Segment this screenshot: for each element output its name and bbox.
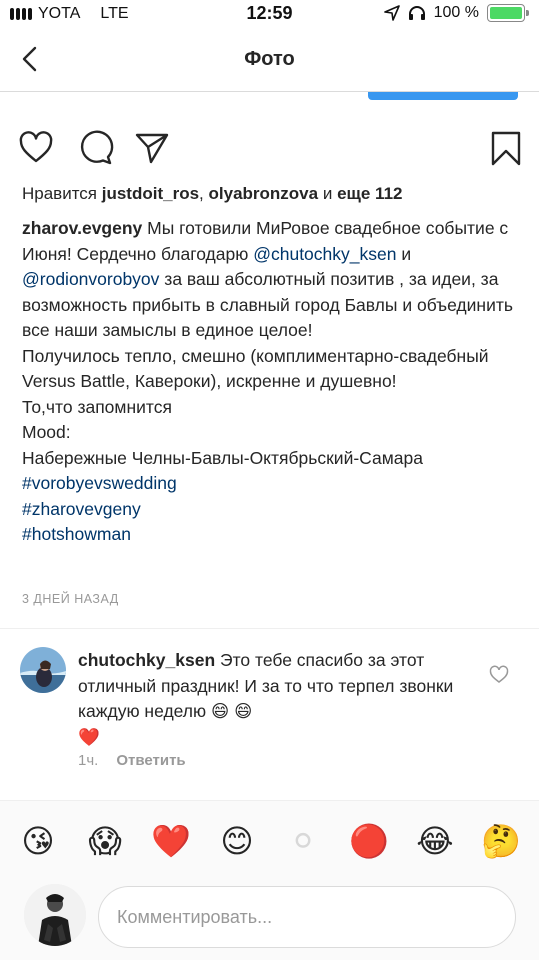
emoji-thinking-button[interactable]: 🤔 <box>481 821 521 861</box>
likes-and: и <box>322 184 333 203</box>
battery-icon <box>487 4 529 22</box>
headphones-icon <box>408 6 425 20</box>
emoji-kiss-button[interactable]: 😘 <box>18 821 58 861</box>
comment-meta: 1ч. Ответить <box>78 752 186 769</box>
nav-bar: Фото <box>0 30 539 92</box>
likes-prefix: Нравится <box>22 184 98 203</box>
avatar[interactable] <box>20 647 66 693</box>
caption-paragraph: zharov.evgeny Мы готовили МиРовое свадеб… <box>22 216 522 344</box>
emoji-blush-button[interactable]: 😊 <box>217 821 257 861</box>
post-actions <box>0 126 539 170</box>
comment-compose <box>0 880 539 960</box>
emoji-scream-button[interactable]: 😱 <box>85 821 125 861</box>
caption-paragraph: Mood: <box>22 422 71 442</box>
hashtag-link[interactable]: #hotshowman <box>22 522 522 548</box>
page-title: Фото <box>244 48 295 70</box>
comment-time: 1ч. <box>78 752 99 769</box>
emoji-heart-button[interactable]: ❤️ <box>151 821 191 861</box>
comment-icon[interactable] <box>78 130 114 166</box>
heart-icon[interactable] <box>18 130 54 166</box>
battery-fill <box>490 7 522 19</box>
mention-link[interactable]: @chutochky_ksen <box>253 244 396 264</box>
status-bar: YOTA LTE 12:59 100 % <box>0 0 539 30</box>
reply-button[interactable]: Ответить <box>116 752 185 769</box>
share-icon[interactable] <box>134 130 170 166</box>
battery-percent: 100 % <box>433 4 479 21</box>
comment-body: chutochky_ksen Это тебе спасибо за этот … <box>78 648 458 750</box>
status-right: 100 % <box>383 4 529 22</box>
comment-emojis: 😄 😄 <box>211 701 253 721</box>
bookmark-icon[interactable] <box>488 130 524 166</box>
caption-paragraph: Получилось тепло, смешно (комплиментарно… <box>22 345 489 392</box>
likes-line: Нравится justdoit_ros, olyabronzova и ещ… <box>22 182 402 206</box>
caption-username[interactable]: zharov.evgeny <box>22 218 142 238</box>
post-caption: zharov.evgeny Мы готовили МиРовое свадеб… <box>22 216 522 548</box>
liker-link[interactable]: olyabronzova <box>209 184 319 203</box>
divider <box>0 628 539 629</box>
like-comment-heart-icon[interactable] <box>489 665 509 685</box>
follow-button-edge[interactable] <box>368 92 518 100</box>
likes-more-link[interactable]: еще 112 <box>337 184 402 203</box>
hashtag-link[interactable]: #zharovevgeny <box>22 497 522 523</box>
likes-separator: , <box>199 184 204 203</box>
emoji-quick-bar: 😘 😱 ❤️ 😊 ⚪ 🔴 😂 🤔 <box>0 800 539 880</box>
emoji-white-circle-button[interactable]: ⚪ <box>283 821 323 861</box>
liker-link[interactable]: justdoit_ros <box>102 184 199 203</box>
comment-username[interactable]: chutochky_ksen <box>78 650 215 670</box>
avatar <box>24 884 86 946</box>
post-time-ago: 3 ДНЕЙ НАЗАД <box>22 592 119 606</box>
caption-paragraph: То,что запомнится <box>22 396 172 417</box>
comment-input[interactable] <box>98 886 516 948</box>
emoji-joy-button[interactable]: 😂 <box>415 821 455 861</box>
comment-heart-emoji: ❤️ <box>78 726 100 747</box>
emoji-red-circle-button[interactable]: 🔴 <box>349 821 389 861</box>
location-icon <box>383 5 400 21</box>
caption-text: и <box>401 243 412 264</box>
hashtag-link[interactable]: #vorobyevswedding <box>22 471 522 497</box>
mention-link[interactable]: @rodionvorobyov <box>22 269 159 289</box>
caption-paragraph: Набережные Челны-Бавлы-Октябрьский-Самар… <box>22 447 423 468</box>
